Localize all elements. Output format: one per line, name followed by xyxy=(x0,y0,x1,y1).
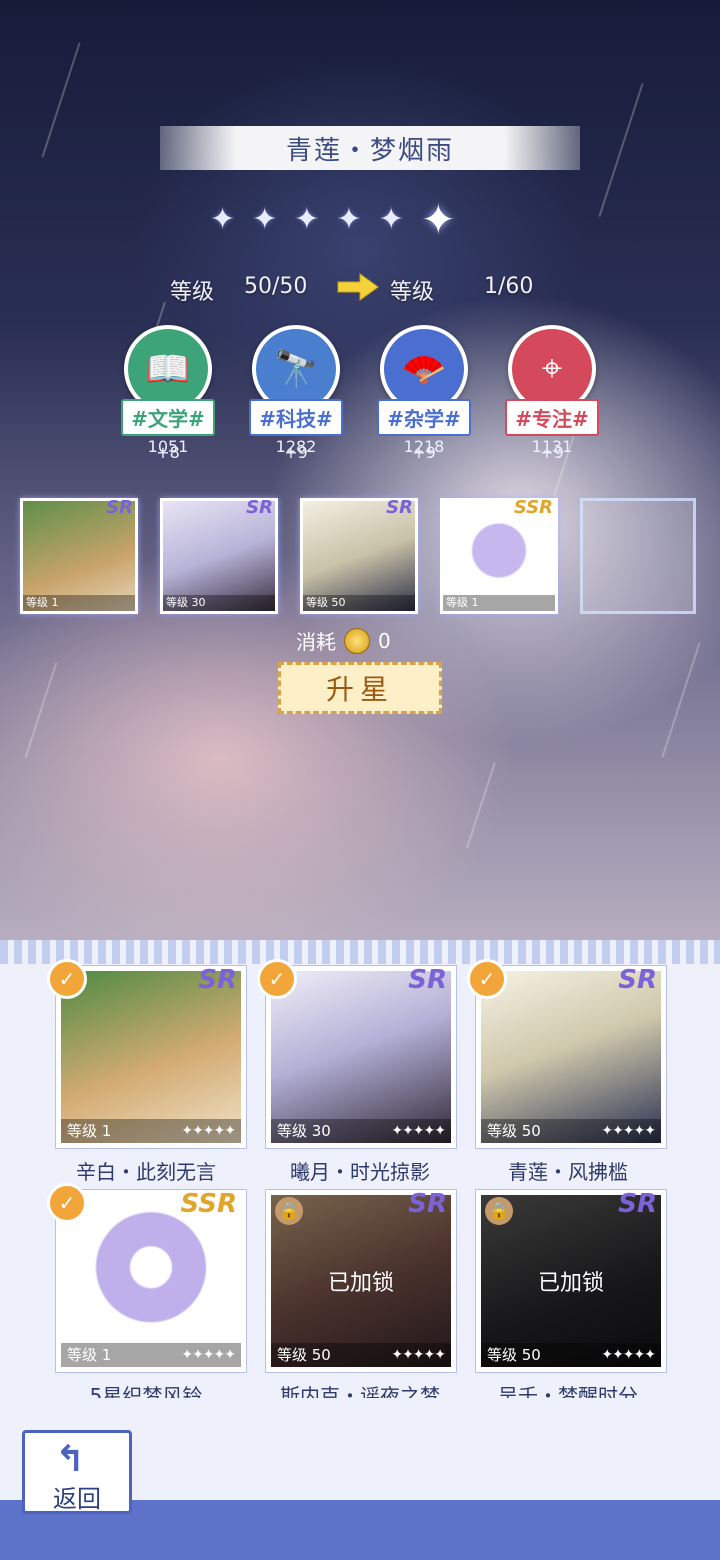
attribute-technology: 🔭 #科技# 1282 +9 xyxy=(238,325,354,462)
card-name: 曦月・时光掠影 xyxy=(290,1160,430,1184)
card-item[interactable]: ✓ SSR 等级 1 ✦✦✦✦✦ xyxy=(47,1183,246,1372)
level-label: 等级 xyxy=(170,280,215,305)
next-level-label: 等级 xyxy=(390,280,435,305)
star-icon: ✦ xyxy=(252,202,278,237)
lock-label: 已加锁 xyxy=(537,1271,604,1296)
card-foot: 等级 50 ✦✦✦✦✦ xyxy=(271,1343,451,1367)
star-icon: ✦ xyxy=(378,202,404,237)
upgrade-star-button[interactable]: 升星 xyxy=(278,662,442,714)
next-level-value: 1/60 xyxy=(484,274,534,299)
card-title-bar: 青莲・梦烟雨 xyxy=(160,126,580,170)
material-slot-card[interactable]: SSR 等级 1 xyxy=(440,497,558,614)
rarity-badge: SR xyxy=(408,1189,447,1219)
star-rating: ✦ ✦ ✦ ✦ ✦ ✦ xyxy=(210,195,456,244)
rarity-badge: SSR xyxy=(513,497,553,518)
card-level: 等级 50 xyxy=(487,1122,541,1140)
attribute-tag: #杂学# xyxy=(377,399,471,436)
star-icon: ✦ xyxy=(294,202,320,237)
attribute-tag: #专注# xyxy=(505,399,599,436)
rarity-badge: SSR xyxy=(180,1189,237,1219)
back-button[interactable]: ↰ 返回 xyxy=(22,1430,132,1514)
card-stars: ✦✦✦✦✦ xyxy=(181,1347,236,1363)
checkmark-icon: ✓ xyxy=(47,1183,87,1223)
cost-label: 消耗 xyxy=(296,630,336,654)
card-name: 青莲・风拂槛 xyxy=(508,1160,628,1184)
rarity-badge: SR xyxy=(618,1189,657,1219)
material-slot-card[interactable]: SR 等级 50 xyxy=(300,497,418,614)
rarity-badge: SR xyxy=(246,497,273,518)
card-name: 5星织梦风铃 xyxy=(89,1384,203,1398)
card-level: 等级 50 xyxy=(303,595,415,611)
material-slot-card[interactable]: SR 等级 30 xyxy=(160,497,278,614)
card-stars: ✦✦✦✦✦ xyxy=(601,1347,656,1363)
card-name: 斯内克・谣夜之梦 xyxy=(280,1384,440,1398)
back-label: 返回 xyxy=(53,1485,101,1513)
attribute-misc: 🪭 #杂学# 1218 +9 xyxy=(366,325,482,462)
card-stars: ✦✦✦✦✦ xyxy=(181,1123,236,1139)
card-foot: 等级 50 ✦✦✦✦✦ xyxy=(481,1343,661,1367)
checkmark-icon: ✓ xyxy=(257,959,297,999)
lock-icon: 🔒 xyxy=(485,1197,513,1225)
checkmark-icon: ✓ xyxy=(47,959,87,999)
card-level: 等级 30 xyxy=(163,595,275,611)
return-arrow-icon: ↰ xyxy=(55,1439,86,1480)
star-icon: ✦ xyxy=(336,202,362,237)
card-level: 等级 50 xyxy=(487,1346,541,1364)
rarity-badge: SR xyxy=(386,497,413,518)
card-foot: 等级 1 ✦✦✦✦✦ xyxy=(61,1119,241,1143)
empty-material-slot[interactable] xyxy=(580,498,696,614)
star-icon: ✦ xyxy=(210,202,236,237)
card-item[interactable]: ✓ SR 等级 50 ✦✦✦✦✦ xyxy=(467,959,666,1148)
card-level: 等级 1 xyxy=(443,595,555,611)
level-current: 50/50 xyxy=(244,274,308,299)
attribute-focus: ⌖ #专注# 1131 +9 xyxy=(494,325,610,462)
card-item[interactable]: ✓ SR 等级 1 ✦✦✦✦✦ xyxy=(47,959,246,1148)
card-stars: ✦✦✦✦✦ xyxy=(601,1123,656,1139)
attribute-bonus: +9 xyxy=(412,443,436,462)
card-foot: 等级 50 ✦✦✦✦✦ xyxy=(481,1119,661,1143)
panel-stitch-border xyxy=(0,940,720,964)
card-foot: 等级 1 ✦✦✦✦✦ xyxy=(61,1343,241,1367)
rarity-badge: SR xyxy=(408,965,447,995)
cost-value: 0 xyxy=(378,628,391,653)
attribute-bonus: +9 xyxy=(284,443,308,462)
material-slots: SR 等级 1 SR 等级 30 SR 等级 50 SSR 等级 1 xyxy=(20,497,696,614)
lock-label: 已加锁 xyxy=(327,1271,394,1296)
card-stars: ✦✦✦✦✦ xyxy=(391,1123,446,1139)
card-stars: ✦✦✦✦✦ xyxy=(391,1347,446,1363)
arrow-right-icon xyxy=(337,273,379,301)
card-foot: 等级 30 ✦✦✦✦✦ xyxy=(271,1119,451,1143)
coin-icon xyxy=(344,627,370,654)
card-item[interactable]: ✓ SR 等级 30 ✦✦✦✦✦ xyxy=(257,959,456,1148)
new-star-icon: ✦ xyxy=(420,195,456,244)
lock-icon: 🔒 xyxy=(275,1197,303,1225)
card-name: 吴千・梦醒时分 xyxy=(498,1384,638,1398)
attribute-tag: #科技# xyxy=(249,399,343,436)
card-level: 等级 30 xyxy=(277,1122,331,1140)
attribute-stats: 📖 #文学# 1051 +8 🔭 #科技# 1282 +9 🪭 #杂学# 121… xyxy=(110,325,610,462)
material-slot-card[interactable]: SR 等级 1 xyxy=(20,497,138,614)
rarity-badge: SR xyxy=(106,497,133,518)
rarity-badge: SR xyxy=(618,965,657,995)
card-item[interactable]: 已加锁 🔒 SR 等级 50 ✦✦✦✦✦ xyxy=(266,1189,456,1372)
card-title: 青莲・梦烟雨 xyxy=(285,135,454,166)
attribute-tag: #文学# xyxy=(121,399,215,436)
card-level: 等级 1 xyxy=(23,595,135,611)
rarity-badge: SR xyxy=(198,965,237,995)
upgrade-cost: 消耗 0 xyxy=(296,626,391,655)
checkmark-icon: ✓ xyxy=(467,959,507,999)
card-name: 辛白・此刻无言 xyxy=(76,1160,216,1184)
card-level: 等级 50 xyxy=(277,1346,331,1364)
attribute-literature: 📖 #文学# 1051 +8 xyxy=(110,325,226,462)
attribute-bonus: +9 xyxy=(540,443,564,462)
attribute-bonus: +8 xyxy=(156,443,180,462)
card-level: 等级 1 xyxy=(67,1346,112,1364)
card-level: 等级 1 xyxy=(67,1122,112,1140)
card-item[interactable]: 已加锁 🔒 SR 等级 50 ✦✦✦✦✦ xyxy=(476,1189,666,1372)
